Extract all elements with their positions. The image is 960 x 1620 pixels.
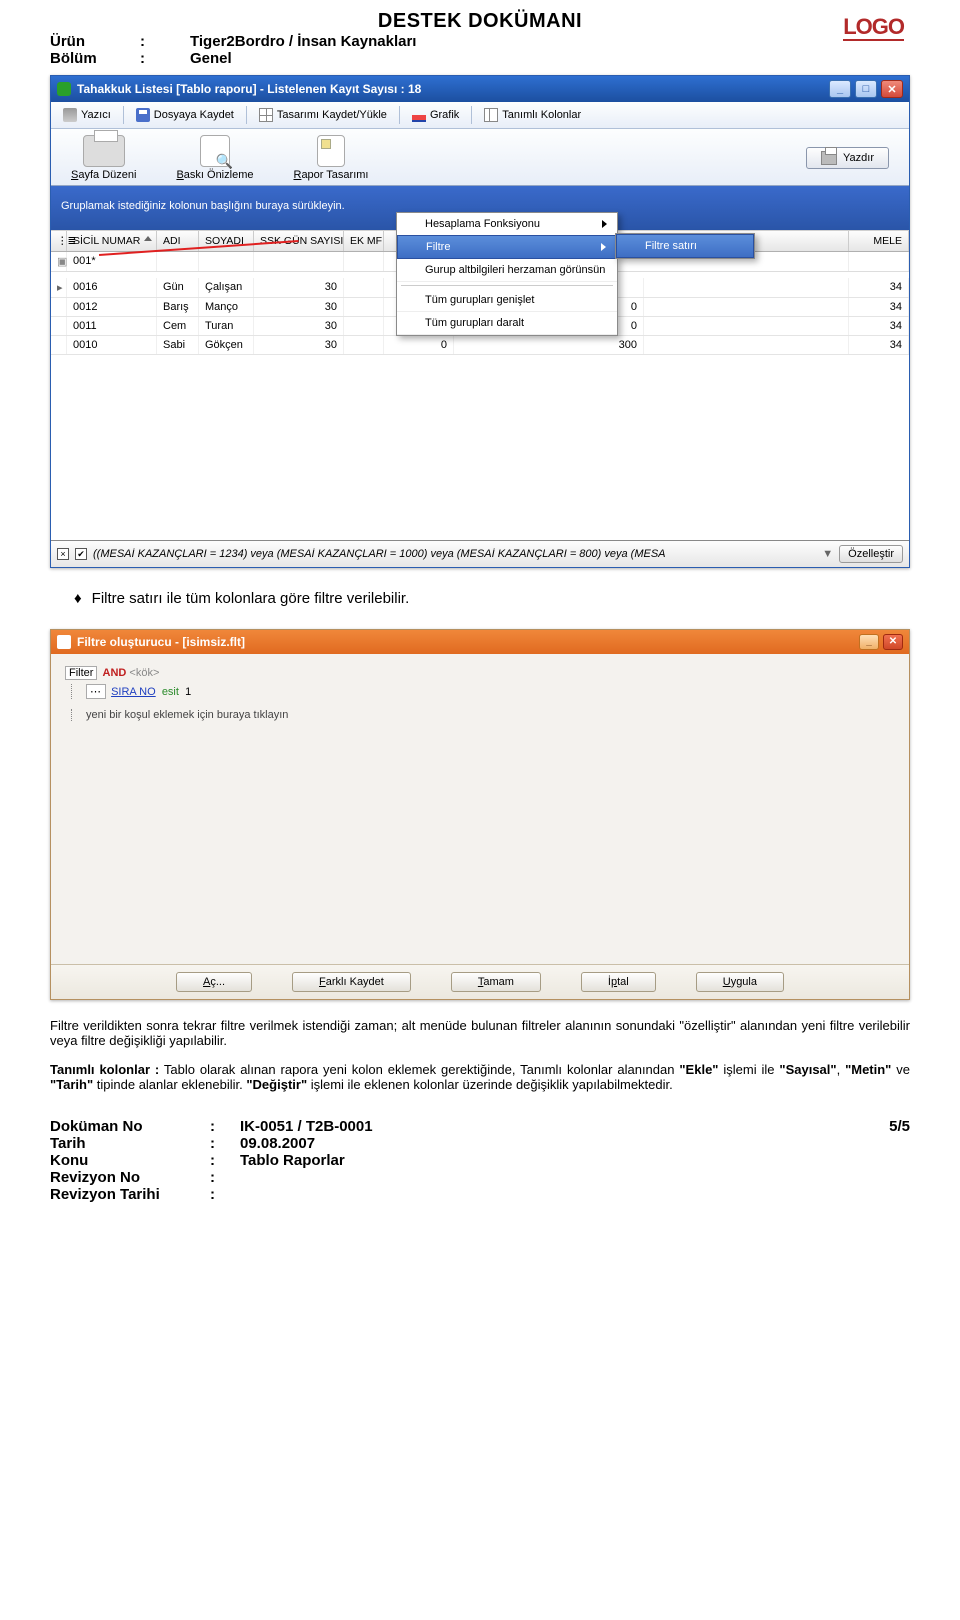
btn-open[interactable]: Aç... [176,972,252,992]
row-selector-header[interactable]: ⋮≣ [51,231,67,251]
chevron-right-icon [601,243,606,251]
preview-icon [200,135,230,167]
meta-bolum-value: Genel [190,50,232,67]
chart-icon [412,108,426,122]
close-button[interactable]: ✕ [883,634,903,650]
footer-topic-value: Tablo Raporlar [240,1152,345,1169]
menu-separator [401,285,613,286]
print-small-icon [821,151,837,165]
minimize-button[interactable]: _ [859,634,879,650]
filter-field[interactable]: SIRA NO [111,686,156,698]
filter-expression: ((MESAİ KAZANÇLARI = 1234) veya (MESAİ K… [93,548,816,560]
paragraph-tanimli-kolonlar: Tanımlı kolonlar : Tablo olarak alınan r… [50,1062,910,1092]
btn-ok[interactable]: Tamam [451,972,541,992]
columns-icon [484,108,498,122]
toolbar-secondary: Sayfa Düzeni Baskı Önizleme Rapor Tasarı… [51,129,909,186]
footer-docno-value: IK-0051 / T2B-0001 [240,1118,373,1135]
window-title-filter: Filtre oluşturucu - [isimsiz.flt] [77,635,245,649]
titlebar-filter[interactable]: Filtre oluşturucu - [isimsiz.flt] _ ✕ [51,630,909,654]
titlebar[interactable]: Tahakkuk Listesi [Tablo raporu] - Listel… [51,76,909,102]
col-ssk[interactable]: SSK GÜN SAYISI [254,231,344,251]
ctx-calc-function[interactable]: Hesaplama Fonksiyonu [397,213,617,236]
status-filter-bar: × ✔ ((MESAİ KAZANÇLARI = 1234) veya (MES… [51,540,909,567]
ctx-filter-row[interactable]: Filtre satırı [616,234,754,258]
paragraph-filter-edit: Filtre verildikten sonra tekrar filtre v… [50,1018,910,1048]
btn-save-as[interactable]: Farklı Kaydet [292,972,411,992]
meta-bolum-label: Bölüm [50,50,140,67]
window-filter-builder: Filtre oluşturucu - [isimsiz.flt] _ ✕ Fi… [50,629,910,1000]
col-mele[interactable]: MELE [849,231,909,251]
sort-asc-icon [144,236,152,241]
btn-customize-filter[interactable]: Özelleştir [839,545,903,563]
filter-root-box[interactable]: Filter [65,666,97,680]
window-report-grid: Tahakkuk Listesi [Tablo raporu] - Listel… [50,75,910,568]
footer-page: 5/5 [889,1118,910,1135]
grid-icon [259,108,273,122]
brand-logo: LOGO [837,12,910,42]
close-button[interactable]: ✕ [881,80,903,98]
toolbar-columns[interactable]: Tanımlı Kolonlar [478,106,587,124]
minimize-button[interactable]: _ [829,80,851,98]
ctx-filter[interactable]: Filtre [397,235,617,259]
toolbar-chart[interactable]: Grafik [406,106,465,124]
btn-report-design[interactable]: Rapor Tasarımı [293,135,368,181]
meta-urun-value: Tiger2Bordro / İnsan Kaynakları [190,33,416,50]
filter-and[interactable]: AND [103,667,127,679]
filter-enable-checkbox[interactable]: ✔ [75,548,87,560]
filter-add-hint[interactable]: yeni bir koşul eklemek için buraya tıkla… [86,709,288,721]
btn-cancel[interactable]: İptal [581,972,656,992]
filter-button-row: Aç... Farklı Kaydet Tamam İptal Uygula [51,964,909,999]
filter-root: <kök> [129,667,159,679]
filter-node-btn[interactable]: ⋯ [86,684,106,699]
app-icon [57,635,71,649]
filter-operator[interactable]: esit [162,686,179,698]
context-submenu: Filtre satırı [615,233,755,259]
btn-page-layout[interactable]: Sayfa Düzeni [71,135,136,181]
filter-value[interactable]: 1 [185,686,191,698]
ctx-collapse-all[interactable]: Tüm gurupları daralt [397,312,617,335]
btn-apply[interactable]: Uygula [696,972,784,992]
printer-icon [63,108,77,122]
filter-close-icon[interactable]: × [57,548,69,560]
btn-print-preview[interactable]: Baskı Önizleme [176,135,253,181]
footer-topic-label: Konu [50,1152,210,1169]
ctx-group-footer[interactable]: Gurup altbilgileri herzaman görünsün [397,259,617,282]
doc-footer: Doküman No : IK-0051 / T2B-0001 5/5 Tari… [50,1118,910,1203]
maximize-button[interactable]: □ [855,80,877,98]
printer-large-icon [83,135,125,167]
toolbar-design-saveload[interactable]: Tasarımı Kaydet/Yükle [253,106,393,124]
doc-header: DESTEK DOKÜMANI Ürün : Tiger2Bordro / İn… [50,10,910,67]
btn-print[interactable]: Yazdır [806,147,889,169]
data-grid: ⋮≣ SİCİL NUMAR ADI SOYADI SSK GÜN SAYISI… [51,230,909,540]
footer-revno-label: Revizyon No [50,1169,210,1186]
meta-urun-label: Ürün [50,33,140,50]
design-icon [317,135,345,167]
context-menu: Hesaplama Fonksiyonu Filtre Gurup altbil… [396,212,618,336]
footer-revdate-label: Revizyon Tarihi [50,1186,210,1203]
filter-tree[interactable]: Filter AND <kök> ⋯ SIRA NO esit 1 yeni b… [51,654,909,964]
toolbar-primary: Yazıcı Dosyaya Kaydet Tasarımı Kaydet/Yü… [51,102,909,129]
window-title: Tahakkuk Listesi [Tablo raporu] - Listel… [77,82,421,96]
footer-date-label: Tarih [50,1135,210,1152]
footer-date-value: 09.08.2007 [240,1135,315,1152]
chevron-right-icon [602,220,607,228]
table-row[interactable]: 0010 Sabi Gökçen 30 0300 34 [51,336,909,355]
doc-title: DESTEK DOKÜMANI [50,10,910,33]
col-sicil[interactable]: SİCİL NUMAR [67,231,157,251]
toolbar-printer[interactable]: Yazıcı [57,106,117,124]
disk-icon [136,108,150,122]
toolbar-save-file[interactable]: Dosyaya Kaydet [130,106,240,124]
ctx-expand-all[interactable]: Tüm gurupları genişlet [397,289,617,312]
col-ek[interactable]: EK MF [344,231,384,251]
app-icon [57,82,71,96]
bullet-filter-row: ♦Filtre satırı ile tüm kolonlara göre fi… [50,588,910,611]
footer-docno-label: Doküman No [50,1118,210,1135]
